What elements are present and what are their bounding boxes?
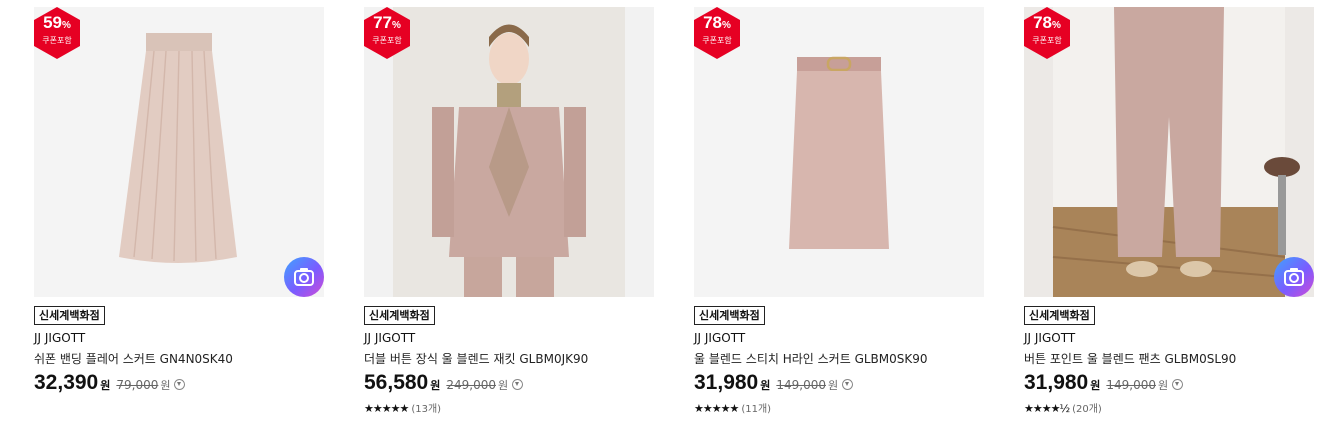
product-card[interactable]: 78% 쿠폰포함 신세계백화점 JJ JIGOTT 버튼 포인트 울 블렌드 팬…	[1024, 7, 1314, 427]
chevron-down-circle-icon[interactable]	[512, 379, 524, 390]
photo-review-button[interactable]	[284, 257, 324, 297]
orig-price-unit: 원	[1157, 379, 1169, 392]
store-tag: 신세계백화점	[694, 306, 765, 325]
brand-name[interactable]: JJ JIGOTT	[34, 331, 85, 345]
price-row: 32,390 원 79,000 원	[34, 371, 186, 397]
sale-price: 31,980	[694, 371, 759, 394]
product-image[interactable]	[1024, 7, 1314, 297]
photo-review-button[interactable]	[1274, 257, 1314, 297]
original-price: 149,000	[1106, 378, 1156, 392]
rating: ★★★★½ (20개)	[1024, 400, 1102, 415]
review-count: (11개)	[741, 404, 772, 415]
orig-price-unit: 원	[160, 379, 171, 392]
pants-model-illustration	[1024, 7, 1314, 297]
price-row: 56,580 원 249,000 원	[364, 371, 524, 397]
star-rating-icon: ★★★★½	[1024, 402, 1070, 415]
brand-name[interactable]: JJ JIGOTT	[1024, 331, 1075, 345]
skirt-illustration	[34, 7, 324, 297]
chevron-down-circle-icon[interactable]	[1172, 379, 1184, 390]
chevron-down-circle-icon[interactable]	[174, 379, 186, 390]
store-tag: 신세계백화점	[34, 306, 105, 325]
product-name[interactable]: 울 블렌드 스티치 H라인 스커트 GLBM0SK90	[694, 350, 928, 367]
sale-price: 32,390	[34, 371, 99, 394]
original-price: 149,000	[776, 378, 826, 392]
rating: ★★★★★ (13개)	[364, 400, 441, 415]
store-tag: 신세계백화점	[1024, 306, 1095, 325]
product-card[interactable]: 59% 쿠폰포함 신세계백화점 JJ JIGOTT 쉬폰 밴딩 플레어 스커트 …	[34, 7, 324, 427]
product-name[interactable]: 더블 버튼 장식 울 블렌드 재킷 GLBM0JK90	[364, 350, 588, 367]
camera-icon	[1284, 268, 1304, 286]
product-name[interactable]: 쉬폰 밴딩 플레어 스커트 GN4N0SK40	[34, 350, 233, 367]
pencil-skirt-illustration	[694, 7, 984, 297]
price-row: 31,980 원 149,000 원	[694, 371, 854, 397]
product-image[interactable]	[34, 7, 324, 297]
price-unit: 원	[760, 379, 771, 392]
store-tag: 신세계백화점	[364, 306, 435, 325]
price-unit: 원	[1090, 379, 1101, 392]
price-row: 31,980 원 149,000 원	[1024, 371, 1184, 397]
review-count: (13개)	[411, 404, 442, 415]
original-price: 249,000	[446, 378, 496, 392]
product-name[interactable]: 버튼 포인트 울 블렌드 팬츠 GLBM0SL90	[1024, 350, 1236, 367]
price-unit: 원	[430, 379, 441, 392]
product-card[interactable]: 78% 쿠폰포함 신세계백화점 JJ JIGOTT 울 블렌드 스티치 H라인 …	[694, 7, 984, 427]
star-rating-icon: ★★★★★	[364, 402, 409, 415]
original-price: 79,000	[116, 378, 159, 392]
star-rating-icon: ★★★★★	[694, 402, 739, 415]
sale-price: 31,980	[1024, 371, 1089, 394]
sale-price: 56,580	[364, 371, 429, 394]
product-card[interactable]: 77% 쿠폰포함 신세계백화점 JJ JIGOTT 더블 버튼 장식 울 블렌드…	[364, 7, 654, 427]
chevron-down-circle-icon[interactable]	[842, 379, 854, 390]
jacket-model-illustration	[364, 7, 654, 297]
brand-name[interactable]: JJ JIGOTT	[694, 331, 745, 345]
product-image[interactable]	[364, 7, 654, 297]
rating: ★★★★★ (11개)	[694, 400, 771, 415]
price-unit: 원	[100, 379, 111, 392]
brand-name[interactable]: JJ JIGOTT	[364, 331, 415, 345]
camera-icon	[294, 268, 314, 286]
orig-price-unit: 원	[827, 379, 839, 392]
review-count: (20개)	[1072, 404, 1102, 415]
product-image[interactable]	[694, 7, 984, 297]
orig-price-unit: 원	[497, 379, 509, 392]
